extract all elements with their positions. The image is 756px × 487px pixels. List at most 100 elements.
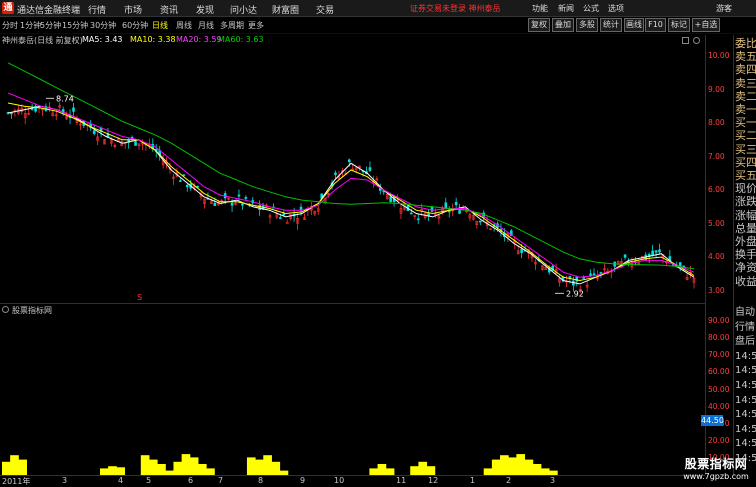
tool-button-0[interactable]: 复权 xyxy=(528,18,550,32)
date-label: 5 xyxy=(146,476,152,485)
candle-body xyxy=(213,202,217,206)
tool-button-2[interactable]: 多股 xyxy=(576,18,598,32)
indicator-tick: 70.00 xyxy=(708,350,730,360)
date-label: 2 xyxy=(506,476,512,485)
ma-line-2 xyxy=(7,92,695,278)
indicator-bar xyxy=(483,468,493,475)
indicator-bar xyxy=(532,464,542,475)
indicator-bar xyxy=(255,459,264,475)
ma-line-3 xyxy=(7,62,695,270)
side-label: 换手 xyxy=(735,248,756,262)
period-tab-2[interactable]: 5分钟 xyxy=(40,20,61,31)
tool-button-5[interactable]: F10 xyxy=(645,18,666,32)
date-label: 1 xyxy=(470,476,476,485)
indicator-chart[interactable] xyxy=(0,304,705,475)
minimize-icon[interactable] xyxy=(682,37,689,44)
period-tab-9[interactable]: 多周期 xyxy=(220,20,244,31)
side-label-lower: 行情 xyxy=(735,321,755,333)
price-tick: 7.00 xyxy=(708,151,725,161)
price-tick: 9.00 xyxy=(708,84,725,94)
ma60-value: MA60: 3.63 xyxy=(218,35,264,44)
candle-body xyxy=(347,159,351,163)
menu-quotes[interactable]: 行情 xyxy=(88,3,106,16)
indicator-bar xyxy=(500,455,509,475)
period-tab-10[interactable]: 更多 xyxy=(248,20,264,31)
ma-line-1 xyxy=(7,102,695,282)
candle-body xyxy=(454,202,458,206)
period-tab-3[interactable]: 15分钟 xyxy=(62,20,88,31)
indicator-bar xyxy=(508,457,517,475)
settings-icon[interactable] xyxy=(693,37,700,44)
period-tab-5[interactable]: 60分钟 xyxy=(122,20,148,31)
candle-body xyxy=(416,218,420,221)
menu-wealth[interactable]: 财富圈 xyxy=(272,3,299,16)
date-label: 2011年 xyxy=(2,477,31,486)
candle-body xyxy=(458,210,461,214)
side-label-lower: 14:50 xyxy=(735,423,756,435)
candle-body xyxy=(582,276,585,279)
candle-body xyxy=(10,112,13,115)
candle-body xyxy=(520,248,523,253)
indicator-bar xyxy=(108,466,117,475)
indicator-bar xyxy=(181,454,191,475)
signal-marker: S xyxy=(137,293,142,302)
period-tab-1[interactable]: 1分钟 xyxy=(20,20,41,31)
menu-news[interactable]: 资讯 xyxy=(160,3,178,16)
tool-button-3[interactable]: 统计 xyxy=(600,18,622,32)
kline-chart[interactable]: 8.74 2.92 S xyxy=(0,46,705,304)
period-tab-6[interactable]: 日线 xyxy=(152,20,168,31)
indicator-bar xyxy=(418,461,428,475)
broker-notice[interactable]: 证券交易未登录 神州泰岳 xyxy=(410,3,501,14)
menu-formula[interactable]: 公式 xyxy=(583,3,599,14)
side-label: 卖二 xyxy=(735,89,756,103)
menu-discover[interactable]: 发现 xyxy=(196,3,214,16)
watermark-logo: 股票指标网 www.7gpzb.com xyxy=(676,455,756,481)
side-label: 卖三 xyxy=(735,76,756,90)
candle-body xyxy=(592,273,596,276)
price-tick: 4.00 xyxy=(708,252,725,262)
high-price-label: 8.74 xyxy=(56,94,74,103)
indicator-bar xyxy=(385,468,395,475)
tool-button-4[interactable]: 画线 xyxy=(624,18,644,32)
watermark-url: www.7gpzb.com xyxy=(683,472,749,481)
tool-button-1[interactable]: 叠加 xyxy=(552,18,574,32)
menu-market[interactable]: 市场 xyxy=(124,3,142,16)
indicator-bar xyxy=(99,468,109,475)
side-label: 买三 xyxy=(735,142,756,156)
stock-title: 神州泰岳(日线 前复权) xyxy=(2,36,83,45)
indicator-bar xyxy=(524,459,534,475)
watermark-main: 股票指标网 xyxy=(684,457,748,471)
side-label-lower: 14:50 xyxy=(735,394,756,406)
guest-label[interactable]: 游客 xyxy=(716,3,732,14)
side-label-lower: 盘后 xyxy=(735,336,755,348)
candle-body xyxy=(368,167,372,171)
period-tab-7[interactable]: 周线 xyxy=(176,20,192,31)
tool-button-7[interactable]: +自选 xyxy=(692,18,720,32)
candle-body xyxy=(237,194,241,197)
period-tab-0[interactable]: 分时 xyxy=(2,20,18,31)
period-tab-8[interactable]: 月线 xyxy=(198,20,214,31)
side-label: 现价 xyxy=(735,182,756,196)
date-label: 3 xyxy=(550,476,556,485)
tool-button-6[interactable]: 标记 xyxy=(668,18,690,32)
ma-line-0 xyxy=(7,105,695,285)
price-tick: 10.00 xyxy=(708,51,730,61)
menu-ask[interactable]: 问小达 xyxy=(230,3,257,16)
side-label: 收益 xyxy=(735,274,756,288)
price-tick: 3.00 xyxy=(708,285,725,295)
menu-function[interactable]: 功能 xyxy=(532,3,548,14)
candle-body xyxy=(623,254,627,258)
indicator-bar xyxy=(540,468,550,475)
menu-bar xyxy=(0,0,756,17)
candle-body xyxy=(410,212,413,215)
menu-trade[interactable]: 交易 xyxy=(316,3,334,16)
menu-newsfeed[interactable]: 新闻 xyxy=(558,3,574,14)
side-label: 涨跌 xyxy=(735,195,756,209)
price-tick: 6.00 xyxy=(708,185,725,195)
candle-body xyxy=(182,174,186,176)
menu-options[interactable]: 选项 xyxy=(608,3,624,14)
candle-body xyxy=(575,276,579,282)
period-tab-4[interactable]: 30分钟 xyxy=(90,20,116,31)
side-label: 委比 xyxy=(735,37,756,50)
ma5-value: MA5: 3.43 xyxy=(82,35,123,44)
